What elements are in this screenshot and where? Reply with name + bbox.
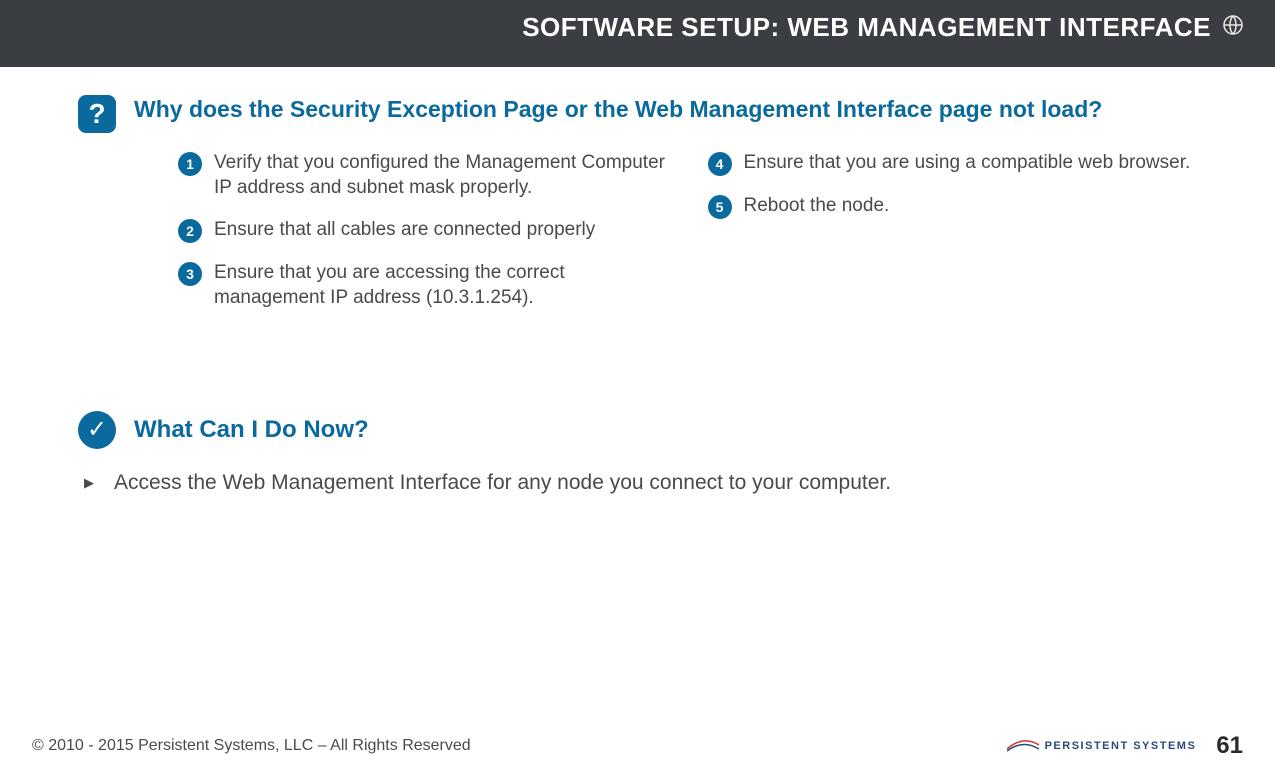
globe-swirl-icon — [1221, 13, 1245, 43]
question-mark-icon: ? — [78, 95, 116, 133]
page-header: SOFTWARE SETUP: WEB MANAGEMENT INTERFACE — [0, 0, 1275, 67]
step-number-badge: 5 — [708, 195, 732, 219]
section-heading-row: ✓ What Can I Do Now? — [78, 411, 1197, 449]
step-number-badge: 2 — [178, 219, 202, 243]
step-item: 2 Ensure that all cables are connected p… — [178, 218, 668, 243]
steps-column-right: 4 Ensure that you are using a compatible… — [708, 151, 1198, 311]
page-footer: © 2010 - 2015 Persistent Systems, LLC – … — [0, 732, 1275, 760]
section-title: What Can I Do Now? — [134, 416, 369, 444]
logo-swoosh-icon — [1007, 739, 1039, 753]
step-text: Ensure that you are accessing the correc… — [214, 261, 668, 310]
bullet-text: Access the Web Management Interface for … — [114, 471, 891, 495]
step-item: 4 Ensure that you are using a compatible… — [708, 151, 1198, 176]
header-title-text: SOFTWARE SETUP: WEB MANAGEMENT INTERFACE — [522, 12, 1211, 43]
header-title-row: SOFTWARE SETUP: WEB MANAGEMENT INTERFACE — [522, 12, 1245, 43]
step-text: Ensure that all cables are connected pro… — [214, 218, 595, 243]
what-can-i-do-section: ✓ What Can I Do Now? ▶ Access the Web Ma… — [78, 411, 1197, 495]
step-number-badge: 1 — [178, 152, 202, 176]
copyright-text: © 2010 - 2015 Persistent Systems, LLC – … — [32, 737, 471, 755]
step-number-badge: 4 — [708, 152, 732, 176]
company-logo: PERSISTENT SYSTEMS — [1007, 739, 1197, 753]
bullet-item: ▶ Access the Web Management Interface fo… — [84, 471, 1197, 495]
logo-text: PERSISTENT SYSTEMS — [1045, 740, 1197, 752]
checkmark-icon: ✓ — [78, 411, 116, 449]
step-text: Reboot the node. — [744, 194, 890, 219]
page-number: 61 — [1216, 732, 1243, 760]
step-item: 5 Reboot the node. — [708, 194, 1198, 219]
step-text: Ensure that you are using a compatible w… — [744, 151, 1191, 176]
faq-question-row: ? Why does the Security Exception Page o… — [78, 95, 1197, 133]
step-item: 3 Ensure that you are accessing the corr… — [178, 261, 668, 310]
footer-right-group: PERSISTENT SYSTEMS 61 — [1007, 732, 1243, 760]
troubleshooting-steps: 1 Verify that you configured the Managem… — [178, 151, 1197, 311]
steps-column-left: 1 Verify that you configured the Managem… — [178, 151, 668, 311]
faq-question-text: Why does the Security Exception Page or … — [134, 95, 1102, 124]
step-item: 1 Verify that you configured the Managem… — [178, 151, 668, 200]
step-text: Verify that you configured the Managemen… — [214, 151, 668, 200]
triangle-bullet-icon: ▶ — [84, 475, 94, 491]
page-content: ? Why does the Security Exception Page o… — [0, 67, 1275, 495]
step-number-badge: 3 — [178, 262, 202, 286]
